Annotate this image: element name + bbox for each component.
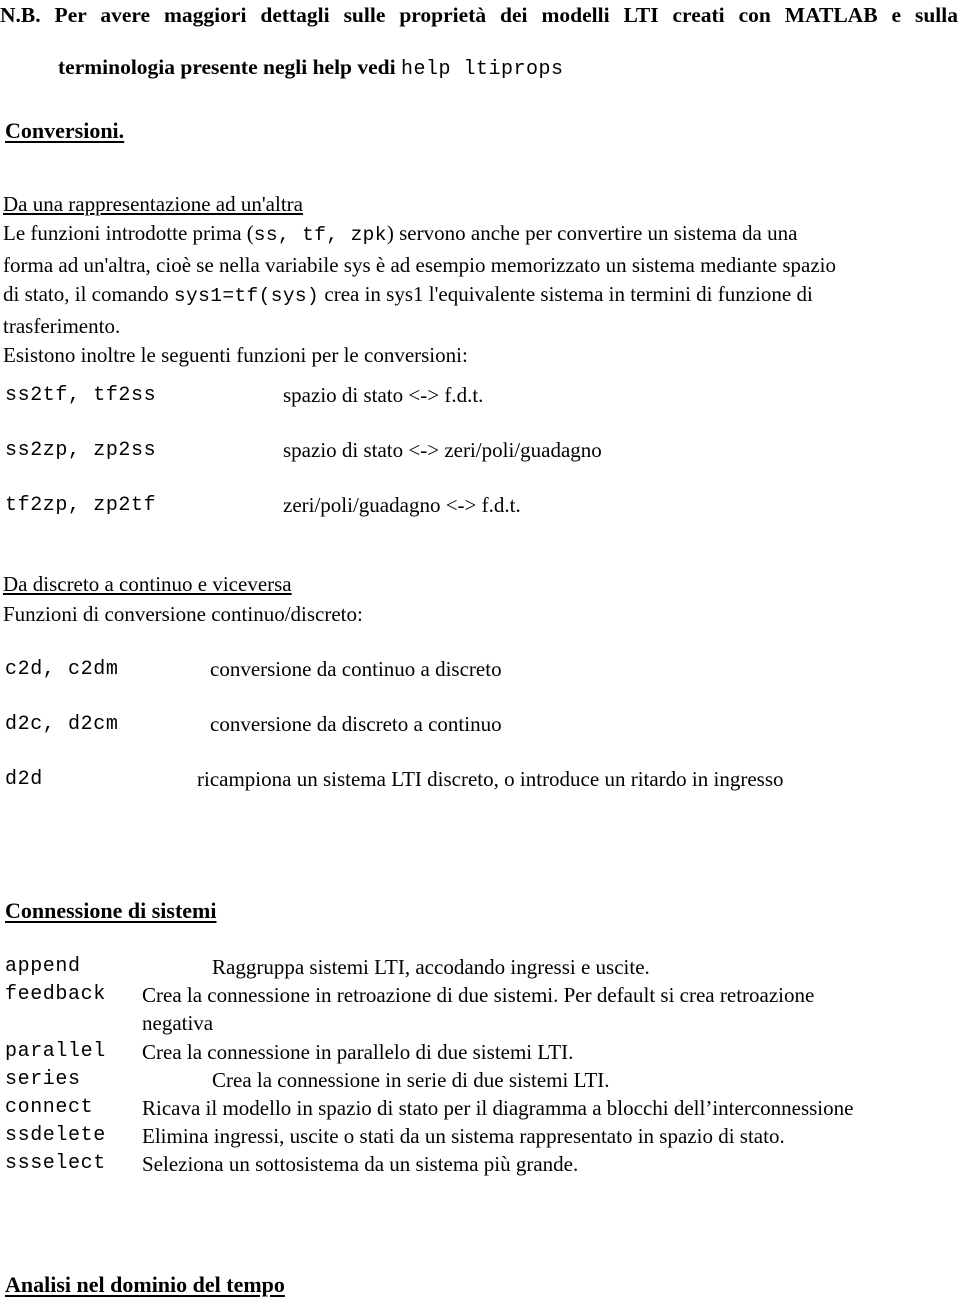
subheading-da-discreto-a-continuo: Da discreto a continuo e viceversa — [3, 572, 292, 596]
heading-analisi-nel-dominio-del-tempo: Analisi nel dominio del tempo — [5, 1272, 285, 1297]
conversioni-line3-b: crea in sys1 l'equivalente sistema in te… — [319, 282, 813, 306]
conn-desc-line-2: negativa — [142, 1011, 214, 1035]
conn-fn-desc: Crea la connessione in retroazione di du… — [142, 981, 956, 1037]
subheading-da-una-rappresentazione: Da una rappresentazione ad un'altra — [3, 192, 303, 216]
conn-fn-name: parallel — [5, 1040, 106, 1063]
conversioni-line3-a: di stato, il comando — [3, 282, 174, 306]
dc-fn-desc: conversione da discreto a continuo — [210, 712, 502, 736]
conversioni-paragraph-line-4: trasferimento. — [3, 313, 121, 338]
conn-fn-name: append — [5, 955, 81, 978]
heading-conversioni: Conversioni. — [5, 118, 125, 143]
conversion-fn-name: tf2zp, zp2tf — [5, 494, 157, 517]
conn-desc-line-1: Crea la connessione in retroazione di du… — [142, 983, 815, 1007]
conversioni-paragraph-line-5: Esistono inoltre le seguenti funzioni pe… — [3, 343, 468, 367]
conversion-fn-name: ss2tf, tf2ss — [5, 384, 157, 407]
dc-fn-desc: conversione da continuo a discreto — [210, 657, 502, 681]
conn-fn-desc: Seleziona un sottosistema da un sistema … — [142, 1152, 579, 1176]
conversioni-code-ss-tf-zpk: ss, tf, zpk — [253, 224, 387, 246]
conversioni-paragraph-line-2: forma ad un'altra, cioè se nella variabi… — [3, 252, 836, 277]
document-page: N.B. Per avere maggiori dettagli sulle p… — [0, 0, 960, 1307]
conversioni-paragraph-line-1: Le funzioni introdotte prima (ss, tf, zp… — [3, 219, 956, 251]
conn-fn-desc: Crea la connessione in parallelo di due … — [142, 1040, 574, 1064]
conversioni-paragraph-line-3: di stato, il comando sys1=tf(sys) crea i… — [3, 280, 956, 312]
discreto-continuo-intro: Funzioni di conversione continuo/discret… — [3, 602, 363, 626]
note-line-1: N.B. Per avere maggiori dettagli sulle p… — [0, 3, 958, 27]
conn-fn-desc: Elimina ingressi, uscite o stati da un s… — [142, 1124, 785, 1148]
dc-fn-desc: ricampiona un sistema LTI discreto, o in… — [197, 767, 784, 791]
note-line-2: terminologia presente negli help vedi he… — [0, 54, 958, 83]
note-code-ltiprops: help ltiprops — [400, 58, 564, 81]
note-paragraph: N.B. Per avere maggiori dettagli sulle p… — [0, 2, 958, 83]
conn-fn-name: series — [5, 1068, 81, 1091]
conversion-fn-desc: zeri/poli/guadagno <-> f.d.t. — [283, 493, 521, 517]
conversioni-line1-b: ) servono anche per convertire un sistem… — [386, 221, 798, 245]
conversioni-paragraph: Le funzioni introdotte prima (ss, tf, zp… — [3, 219, 956, 371]
dc-fn-name: d2c, d2cm — [5, 713, 119, 736]
conn-fn-desc: Raggruppa sistemi LTI, accodando ingress… — [212, 955, 650, 979]
conn-fn-desc: Crea la connessione in serie di due sist… — [212, 1068, 610, 1092]
conn-fn-name: ssdelete — [5, 1124, 106, 1147]
dc-fn-name: c2d, c2dm — [5, 658, 119, 681]
conn-fn-desc: Ricava il modello in spazio di stato per… — [142, 1096, 854, 1120]
heading-connessione-di-sistemi: Connessione di sistemi — [5, 898, 217, 923]
conversioni-line1-a: Le funzioni introdotte prima ( — [3, 221, 254, 245]
conn-fn-name: feedback — [5, 983, 106, 1006]
note-line-2-text: terminologia presente negli help vedi — [58, 55, 401, 79]
conversion-fn-desc: spazio di stato <-> f.d.t. — [283, 383, 484, 407]
conversioni-code-sys1-tf-sys: sys1=tf(sys) — [173, 285, 320, 307]
conversion-fn-desc: spazio di stato <-> zeri/poli/guadagno — [283, 438, 602, 462]
conversion-fn-name: ss2zp, zp2ss — [5, 439, 157, 462]
conn-fn-name: connect — [5, 1096, 94, 1119]
dc-fn-name: d2d — [5, 768, 43, 791]
conn-fn-name: ssselect — [5, 1152, 106, 1175]
